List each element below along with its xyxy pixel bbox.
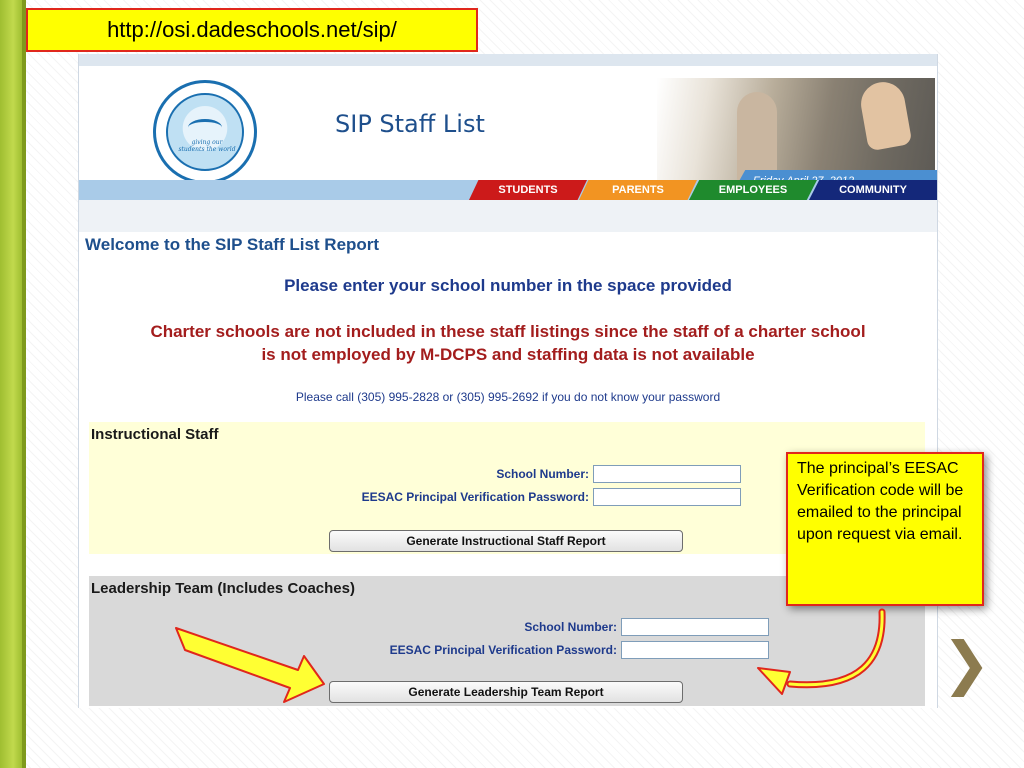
chevron-right-icon[interactable]: ❯ (942, 634, 991, 692)
annotation-overlay (175, 608, 886, 703)
arrow-pointer-icon (175, 627, 325, 703)
curved-arrow-icon (757, 608, 886, 695)
